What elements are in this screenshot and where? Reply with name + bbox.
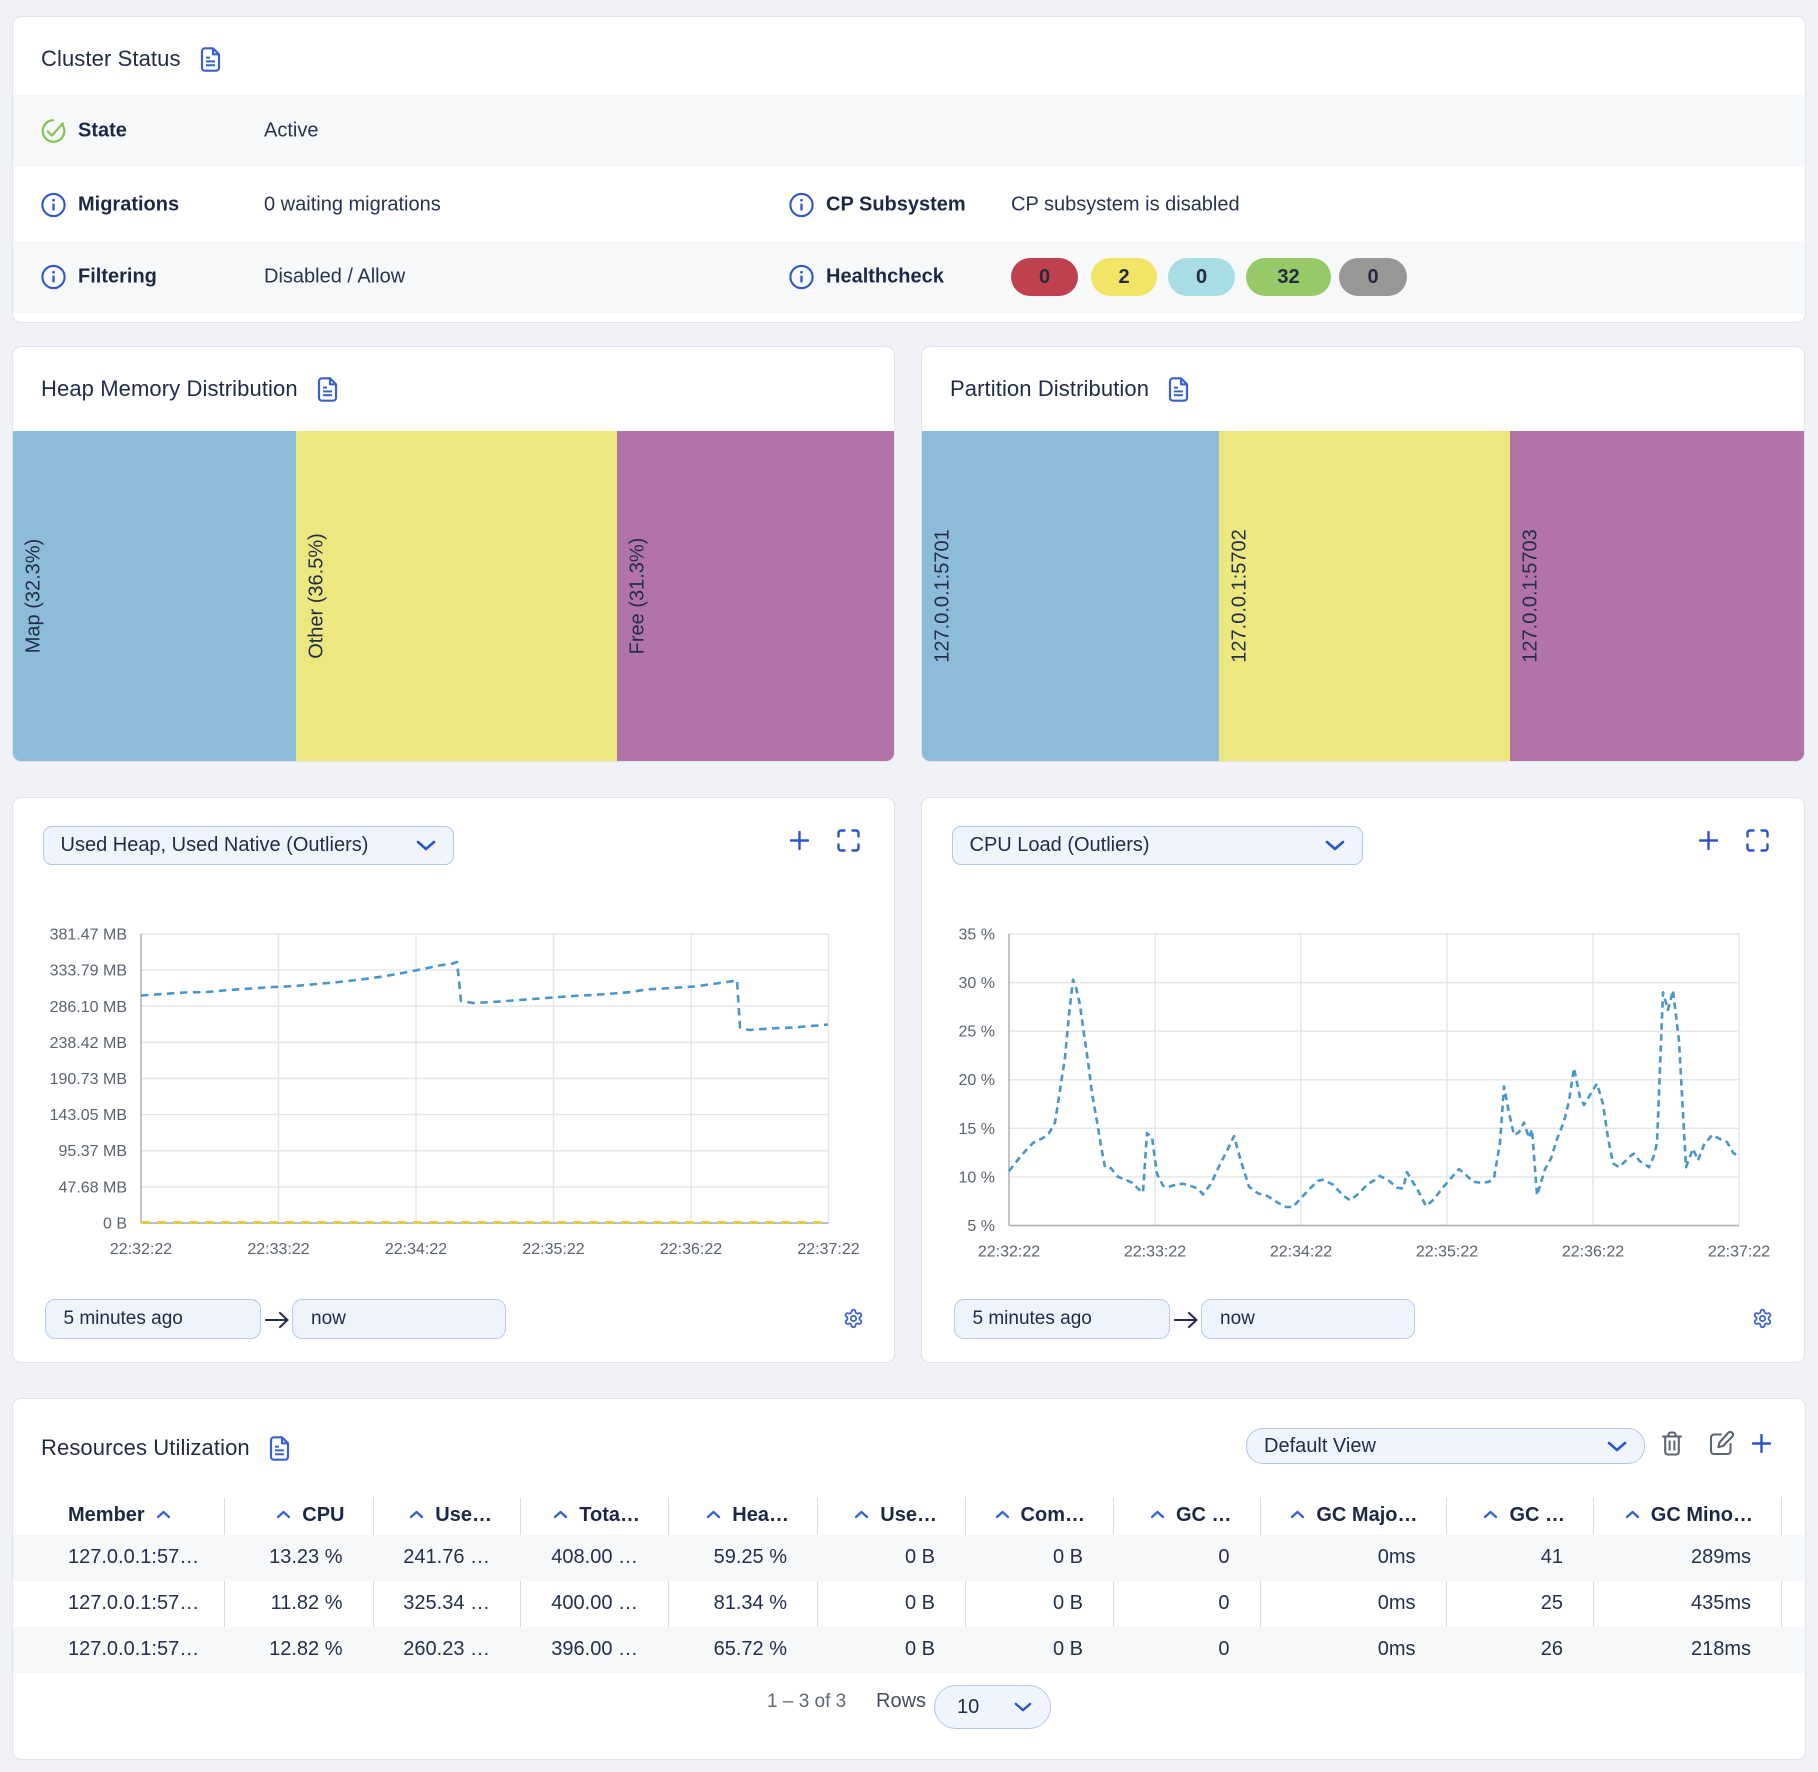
svg-text:22:35:22: 22:35:22 xyxy=(1416,1244,1478,1261)
svg-text:22:33:22: 22:33:22 xyxy=(247,1241,309,1258)
svg-text:22:33:22: 22:33:22 xyxy=(1124,1244,1186,1261)
svg-text:22:37:22: 22:37:22 xyxy=(797,1241,859,1258)
svg-text:22:36:22: 22:36:22 xyxy=(1562,1244,1624,1261)
svg-text:15 %: 15 % xyxy=(959,1121,995,1138)
svg-text:30 %: 30 % xyxy=(959,975,995,992)
svg-text:286.10 MB: 286.10 MB xyxy=(50,999,127,1016)
svg-text:47.68 MB: 47.68 MB xyxy=(59,1179,127,1196)
svg-text:35 %: 35 % xyxy=(959,927,995,944)
svg-text:95.37 MB: 95.37 MB xyxy=(59,1143,127,1160)
svg-text:25 %: 25 % xyxy=(959,1024,995,1041)
svg-text:22:35:22: 22:35:22 xyxy=(522,1241,584,1258)
svg-text:22:32:22: 22:32:22 xyxy=(110,1241,172,1258)
svg-text:381.47 MB: 381.47 MB xyxy=(50,927,127,944)
svg-text:5 %: 5 % xyxy=(967,1218,995,1235)
svg-text:22:37:22: 22:37:22 xyxy=(1708,1244,1770,1261)
svg-text:20 %: 20 % xyxy=(959,1072,995,1089)
svg-text:238.42 MB: 238.42 MB xyxy=(50,1035,127,1052)
svg-text:22:34:22: 22:34:22 xyxy=(385,1241,447,1258)
svg-text:143.05 MB: 143.05 MB xyxy=(50,1107,127,1124)
svg-text:333.79 MB: 333.79 MB xyxy=(50,963,127,980)
svg-text:190.73 MB: 190.73 MB xyxy=(50,1071,127,1088)
svg-text:22:36:22: 22:36:22 xyxy=(660,1241,722,1258)
svg-text:22:34:22: 22:34:22 xyxy=(1270,1244,1332,1261)
svg-text:10 %: 10 % xyxy=(959,1169,995,1186)
svg-text:0 B: 0 B xyxy=(103,1216,127,1233)
svg-text:22:32:22: 22:32:22 xyxy=(978,1244,1040,1261)
